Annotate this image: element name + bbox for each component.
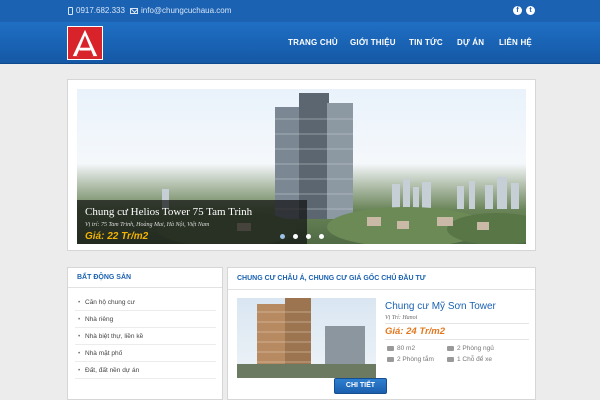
spec-area-value: 80 m2 (397, 345, 416, 352)
logo-a-icon (68, 27, 102, 59)
sidebar-real-estate: BẤT ĐỘNG SẢN • Căn hộ chung cư • Nhà riê… (67, 267, 223, 400)
bath-icon (387, 357, 394, 362)
mail-icon (130, 7, 138, 14)
slide-image[interactable]: Chung cư Helios Tower 75 Tam Trinh Vị tr… (77, 89, 526, 244)
sidebar-item-street-house[interactable]: • Nhà mặt phố (75, 345, 216, 362)
project-location: Vị Trí: Hanoi (385, 315, 418, 321)
sidebar-item-label: Nhà riêng (85, 316, 114, 323)
project-thumbnail[interactable] (237, 298, 376, 378)
sidebar-item-land[interactable]: • Đất, đất nền dự án (75, 362, 216, 379)
nav-projects[interactable]: DỰ ÁN (457, 38, 484, 47)
bed-icon (447, 346, 454, 351)
spec-bedrooms: 2 Phòng ngủ (447, 345, 494, 352)
project-price: Giá: 24 Tr/m2 (385, 326, 446, 337)
slide-title[interactable]: Chung cư Helios Tower 75 Tam Trinh (85, 206, 252, 218)
spec-bathrooms-value: 2 Phòng tắm (397, 356, 434, 363)
slide-caption: Chung cư Helios Tower 75 Tam Trinh Vị tr… (77, 200, 307, 244)
phone-icon (68, 6, 73, 15)
sidebar-title: BẤT ĐỘNG SẢN (68, 268, 222, 288)
divider (385, 339, 529, 340)
bullet-icon: • (78, 333, 81, 340)
sidebar-item-label: Nhà mặt phố (85, 350, 123, 357)
facebook-icon[interactable]: f (513, 6, 522, 15)
twitter-icon[interactable]: t (526, 6, 535, 15)
phone-contact[interactable]: 0917.682.333 (68, 6, 125, 15)
area-icon (387, 346, 394, 351)
sidebar-item-label: Đất, đất nền dự án (85, 367, 140, 374)
slider-dot-4[interactable] (319, 234, 324, 239)
slide-price: Giá: 22 Tr/m2 (85, 231, 149, 242)
spec-bedrooms-value: 2 Phòng ngủ (457, 345, 494, 352)
divider (385, 323, 529, 324)
car-icon (447, 357, 454, 362)
bullet-icon: • (78, 299, 81, 306)
bullet-icon: • (78, 350, 81, 357)
bullet-icon: • (78, 316, 81, 323)
project-card: Chung cư Mỹ Sơn Tower Vị Trí: Hanoi Giá:… (237, 298, 530, 378)
sidebar-item-villa[interactable]: • Nhà biệt thự, liền kề (75, 328, 216, 345)
phone-number: 0917.682.333 (76, 6, 125, 15)
nav-contact[interactable]: LIÊN HỆ (499, 38, 532, 47)
sidebar-item-label: Căn hộ chung cư (85, 299, 135, 306)
spec-parking-value: 1 Chỗ để xe (457, 356, 493, 363)
slider-dot-3[interactable] (306, 234, 311, 239)
nav-home[interactable]: TRANG CHỦ (288, 38, 338, 47)
nav-news[interactable]: TIN TỨC (409, 38, 443, 47)
spec-bathrooms: 2 Phòng tắm (387, 356, 434, 363)
tower-image (237, 298, 376, 378)
email-contact[interactable]: info@chungcuchaua.com (130, 6, 231, 15)
slider-dot-1[interactable] (280, 234, 285, 239)
hero-slider: Chung cư Helios Tower 75 Tam Trinh Vị tr… (67, 79, 536, 251)
top-bar: 0917.682.333 info@chungcuchaua.com f t (0, 0, 600, 22)
detail-button[interactable]: CHI TIẾT (334, 378, 387, 394)
header: TRANG CHỦ GIỚI THIỆU TIN TỨC DỰ ÁN LIÊN … (0, 22, 600, 64)
site-logo[interactable] (67, 26, 103, 60)
project-name[interactable]: Chung cư Mỹ Sơn Tower (385, 301, 496, 312)
sidebar-item-house[interactable]: • Nhà riêng (75, 311, 216, 328)
sidebar-item-apartment[interactable]: • Căn hộ chung cư (75, 294, 216, 311)
listing-title: CHUNG CƯ CHÂU Á, CHUNG CƯ GIÁ GỐC CHỦ ĐẦ… (228, 268, 535, 290)
slide-location: Vị trí: 75 Tam Trinh, Hoàng Mai, Hà Nội,… (85, 222, 210, 228)
nav-about[interactable]: GIỚI THIỆU (350, 38, 396, 47)
email-address: info@chungcuchaua.com (141, 6, 232, 15)
slider-dot-2[interactable] (293, 234, 298, 239)
spec-parking: 1 Chỗ để xe (447, 356, 492, 363)
bullet-icon: • (78, 367, 81, 374)
sidebar-item-label: Nhà biệt thự, liền kề (85, 333, 144, 340)
spec-area: 80 m2 (387, 345, 415, 352)
